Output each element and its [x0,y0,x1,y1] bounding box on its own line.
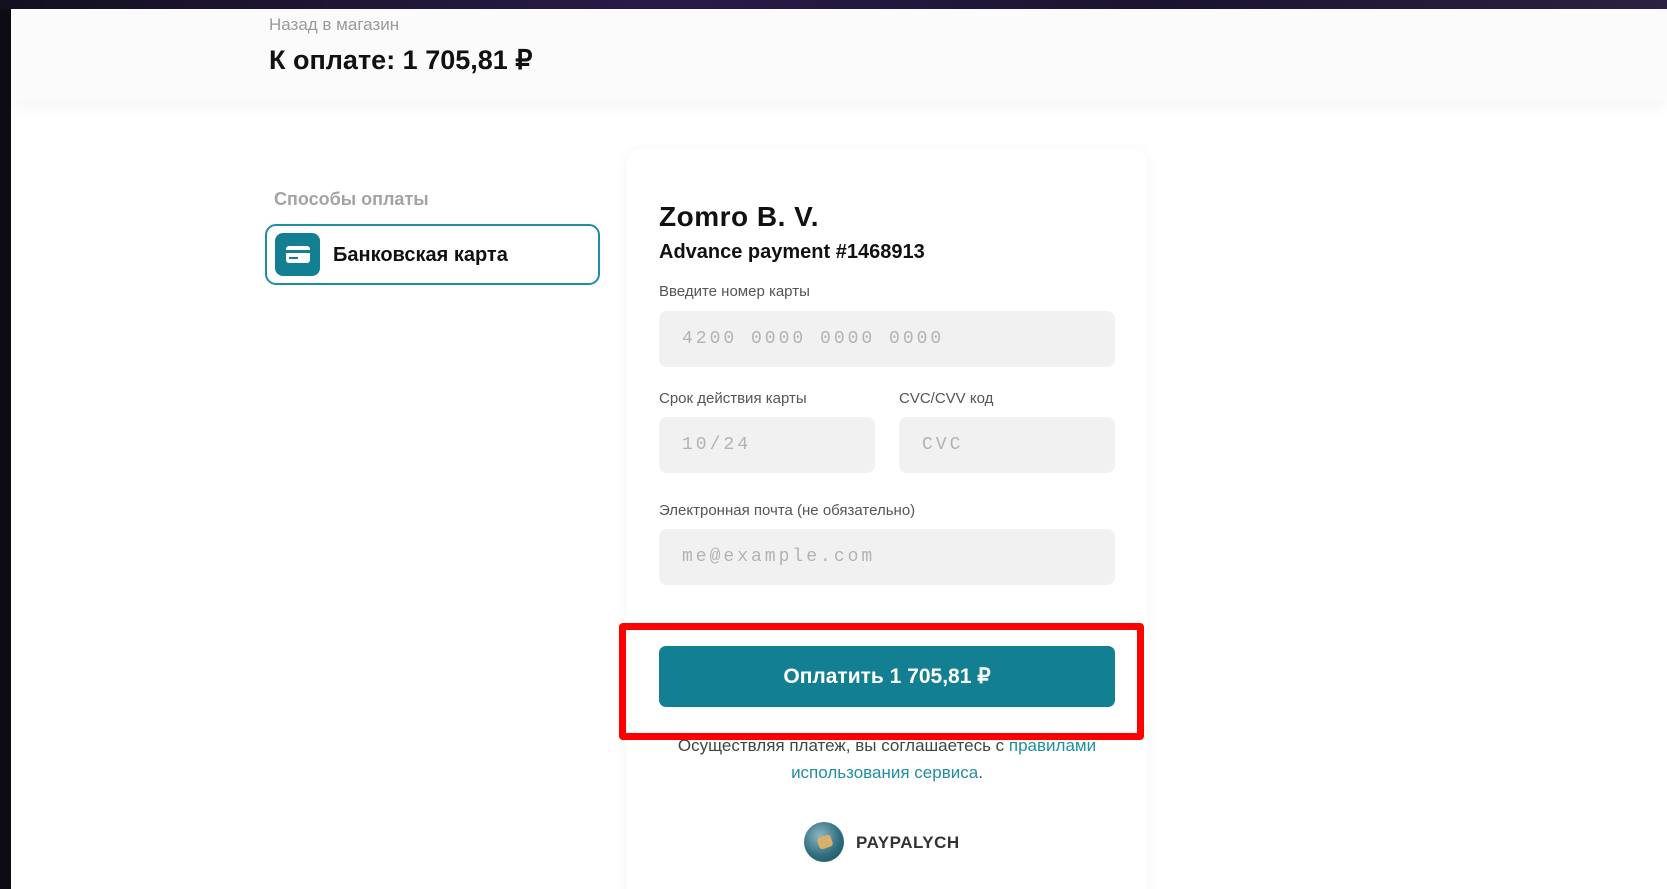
payment-page: Назад в магазин К оплате: 1 705,81 ₽ Спо… [11,9,1667,889]
pay-button[interactable]: Оплатить 1 705,81 ₽ [659,646,1115,707]
amount-due-title: К оплате: 1 705,81 ₽ [269,45,533,75]
terms-notice: Осуществляя платеж, вы соглашаетесь с пр… [649,732,1125,786]
brand-name: PAYPALYCH [856,833,960,852]
payment-methods-title: Способы оплаты [274,189,429,209]
cvc-input[interactable] [899,417,1115,473]
expiry-label: Срок действия карты [659,390,807,407]
cvc-label: CVC/CVV код [899,390,994,407]
credit-card-icon [275,233,320,276]
payment-method-label: Банковская карта [333,244,508,266]
email-input[interactable] [659,529,1115,585]
paypalych-logo-icon [804,822,844,862]
invoice-title: Advance payment #1468913 [659,241,925,263]
email-label: Электронная почта (не обязательно) [659,502,916,519]
payment-form-panel: Zomro B. V. Advance payment #1468913 Вве… [619,149,1147,889]
terms-prefix: Осуществляя платеж, вы соглашаетесь с [677,736,1009,755]
card-number-label: Введите номер карты [659,283,810,300]
card-number-input[interactable] [659,311,1115,367]
terms-suffix: . [978,763,983,782]
expiry-input[interactable] [659,417,875,473]
merchant-name: Zomro B. V. [659,201,820,232]
back-to-store-link[interactable]: Назад в магазин [269,15,399,35]
payment-method-bank-card[interactable]: Банковская карта [265,224,600,285]
page-header: Назад в магазин К оплате: 1 705,81 ₽ [11,9,1667,101]
